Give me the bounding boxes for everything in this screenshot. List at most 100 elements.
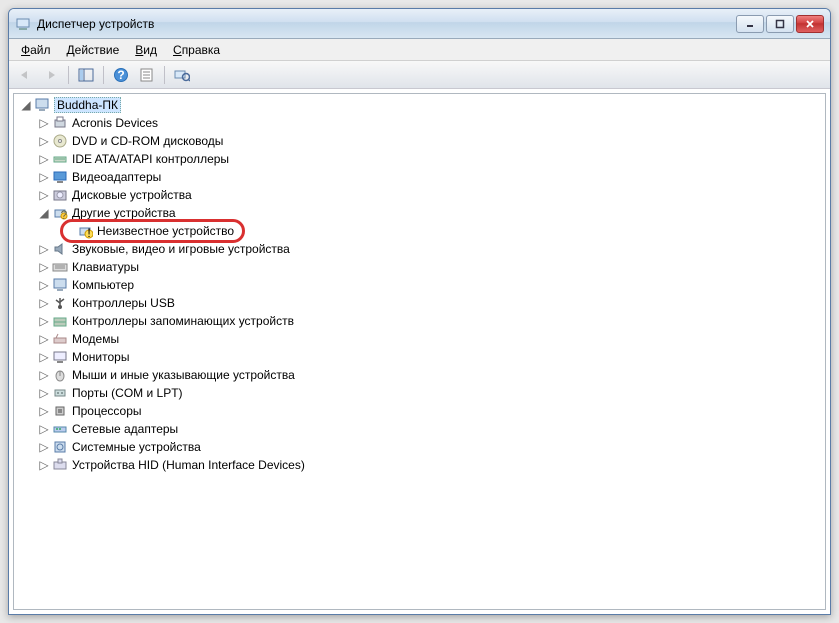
tree-node[interactable]: ▷ Системные устройства	[14, 438, 825, 456]
tree-node[interactable]: ▷ DVD и CD-ROM дисководы	[14, 132, 825, 150]
node-label[interactable]: Системные устройства	[72, 440, 201, 454]
hid-icon	[52, 457, 68, 473]
tree-node-child[interactable]: ▷!Неизвестное устройство	[14, 222, 825, 240]
expand-icon[interactable]: ▷	[38, 153, 50, 165]
tree-node[interactable]: ▷ Видеоадаптеры	[14, 168, 825, 186]
window-title: Диспетчер устройств	[37, 17, 736, 31]
tree-node[interactable]: ▷ Процессоры	[14, 402, 825, 420]
node-label[interactable]: Другие устройства	[72, 206, 176, 220]
node-label[interactable]: Мониторы	[72, 350, 129, 364]
tree-node[interactable]: ▷ Мыши и иные указывающие устройства	[14, 366, 825, 384]
other-icon: ?	[52, 205, 68, 221]
ide-icon	[52, 151, 68, 167]
disk-icon	[52, 187, 68, 203]
expand-icon[interactable]: ▷	[38, 387, 50, 399]
expand-icon[interactable]: ▷	[38, 297, 50, 309]
node-label[interactable]: Компьютер	[72, 278, 134, 292]
collapse-icon[interactable]: ◢	[38, 207, 50, 219]
expand-icon[interactable]: ▷	[38, 189, 50, 201]
unknown-icon: !	[77, 223, 93, 239]
expand-icon[interactable]: ▷	[38, 171, 50, 183]
menu-file[interactable]: Файл	[13, 41, 59, 59]
node-label[interactable]: Видеоадаптеры	[72, 170, 161, 184]
expand-icon[interactable]: ▷	[38, 117, 50, 129]
expand-icon[interactable]: ▷	[38, 369, 50, 381]
highlighted-item: ▷!Неизвестное устройство	[60, 219, 245, 243]
titlebar[interactable]: Диспетчер устройств	[9, 9, 830, 39]
menu-help[interactable]: Справка	[165, 41, 228, 59]
svg-text:!: !	[87, 226, 90, 239]
node-label[interactable]: Дисковые устройства	[72, 188, 192, 202]
tree-root[interactable]: ◢ Buddha-ПК	[14, 96, 825, 114]
node-label[interactable]: Клавиатуры	[72, 260, 139, 274]
scan-hardware-button[interactable]	[170, 64, 194, 86]
node-label[interactable]: Мыши и иные указывающие устройства	[72, 368, 295, 382]
keyboard-icon	[52, 259, 68, 275]
expand-icon[interactable]: ▷	[38, 459, 50, 471]
usb-icon	[52, 295, 68, 311]
expand-icon[interactable]: ▷	[38, 423, 50, 435]
tree-node[interactable]: ▷ IDE ATA/ATAPI контроллеры	[14, 150, 825, 168]
computer-icon	[34, 97, 50, 113]
expand-icon[interactable]: ▷	[38, 279, 50, 291]
expand-icon[interactable]: ▷	[38, 315, 50, 327]
forward-button	[39, 64, 63, 86]
window-controls	[736, 15, 824, 33]
show-hide-tree-button[interactable]	[74, 64, 98, 86]
maximize-button[interactable]	[766, 15, 794, 33]
tree-node[interactable]: ▷ Контроллеры USB	[14, 294, 825, 312]
properties-button[interactable]	[135, 64, 159, 86]
tree-node[interactable]: ▷ Устройства HID (Human Interface Devices…	[14, 456, 825, 474]
expand-icon[interactable]: ▷	[38, 333, 50, 345]
node-label[interactable]: Звуковые, видео и игровые устройства	[72, 242, 290, 256]
cdrom-icon	[52, 133, 68, 149]
node-label[interactable]: Порты (COM и LPT)	[72, 386, 183, 400]
expand-icon[interactable]: ▷	[38, 135, 50, 147]
tree-node[interactable]: ▷ Клавиатуры	[14, 258, 825, 276]
toolbar-separator	[68, 66, 69, 84]
tree-node[interactable]: ▷ Компьютер	[14, 276, 825, 294]
sound-icon	[52, 241, 68, 257]
close-button[interactable]	[796, 15, 824, 33]
minimize-button[interactable]	[736, 15, 764, 33]
node-label[interactable]: Сетевые адаптеры	[72, 422, 178, 436]
node-label[interactable]: IDE ATA/ATAPI контроллеры	[72, 152, 229, 166]
menu-view[interactable]: Вид	[127, 41, 165, 59]
expand-icon[interactable]: ▷	[38, 405, 50, 417]
collapse-icon[interactable]: ◢	[20, 99, 32, 111]
node-label[interactable]: Acronis Devices	[72, 116, 158, 130]
device-tree[interactable]: ◢ Buddha-ПК ▷ Acronis Devices ▷ DVD и CD-RO…	[13, 93, 826, 610]
display-icon	[52, 169, 68, 185]
expand-icon[interactable]: ▷	[38, 351, 50, 363]
node-label[interactable]: Модемы	[72, 332, 119, 346]
tree-node[interactable]: ▷ Сетевые адаптеры	[14, 420, 825, 438]
node-label[interactable]: Контроллеры запоминающих устройств	[72, 314, 294, 328]
toolbar-separator	[103, 66, 104, 84]
expand-icon[interactable]: ▷	[38, 243, 50, 255]
app-icon	[15, 16, 31, 32]
menu-action[interactable]: Действие	[59, 41, 128, 59]
tree-node[interactable]: ▷ Мониторы	[14, 348, 825, 366]
node-label[interactable]: Процессоры	[72, 404, 142, 418]
tree-node[interactable]: ▷ Дисковые устройства	[14, 186, 825, 204]
tree-node[interactable]: ▷ Контроллеры запоминающих устройств	[14, 312, 825, 330]
tree-node[interactable]: ▷ Порты (COM и LPT)	[14, 384, 825, 402]
cpu-icon	[52, 403, 68, 419]
toolbar: ?	[9, 61, 830, 89]
node-label[interactable]: Контроллеры USB	[72, 296, 175, 310]
node-label[interactable]: DVD и CD-ROM дисководы	[72, 134, 223, 148]
back-button	[13, 64, 37, 86]
modem-icon	[52, 331, 68, 347]
expand-icon[interactable]: ▷	[38, 441, 50, 453]
node-label[interactable]: Неизвестное устройство	[97, 224, 234, 238]
root-label[interactable]: Buddha-ПК	[54, 97, 121, 113]
tree-node[interactable]: ▷ Acronis Devices	[14, 114, 825, 132]
storage-icon	[52, 313, 68, 329]
expand-icon[interactable]: ▷	[38, 261, 50, 273]
tree-node[interactable]: ▷ Модемы	[14, 330, 825, 348]
system-icon	[52, 439, 68, 455]
help-button[interactable]: ?	[109, 64, 133, 86]
tree-node[interactable]: ▷ Звуковые, видео и игровые устройства	[14, 240, 825, 258]
device-manager-window: Диспетчер устройств Файл Действие Вид Сп…	[8, 8, 831, 615]
node-label[interactable]: Устройства HID (Human Interface Devices)	[72, 458, 305, 472]
